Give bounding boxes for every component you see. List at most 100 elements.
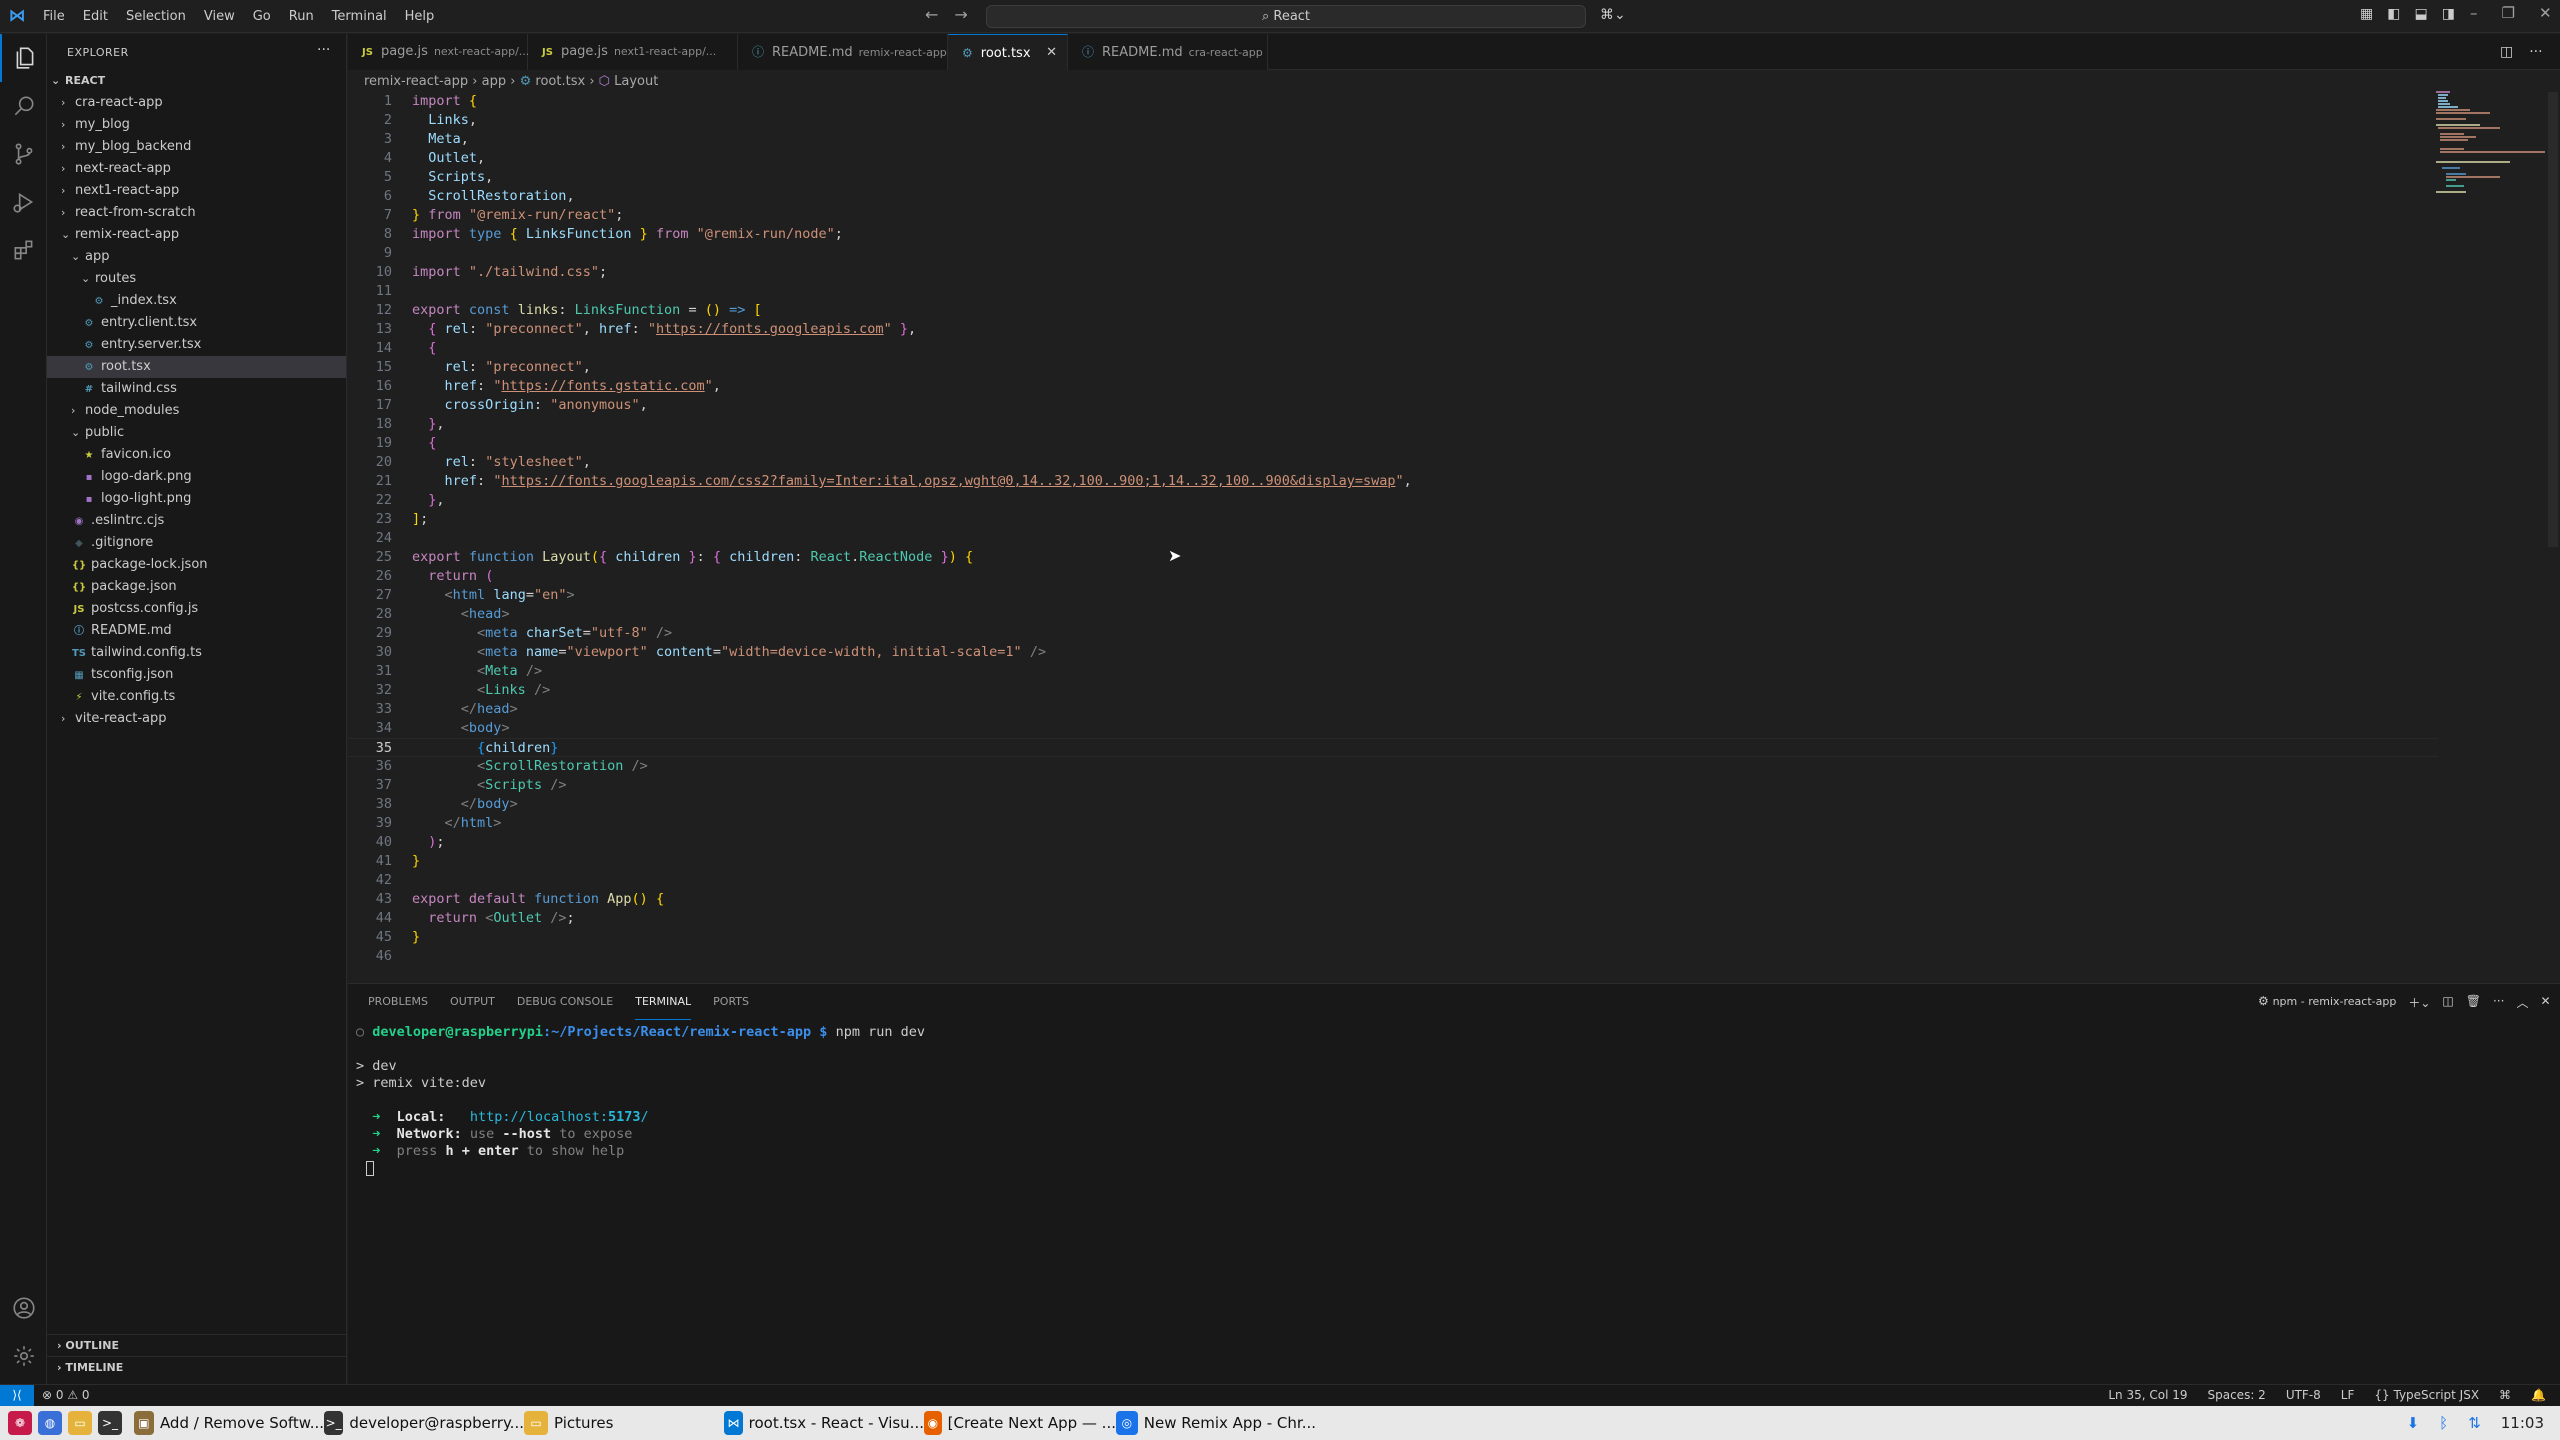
outline-section[interactable]: › OUTLINE [47, 1334, 346, 1356]
accounts-icon[interactable] [0, 1284, 47, 1332]
extensions-icon[interactable] [0, 226, 47, 274]
timeline-section[interactable]: › TIMELINE [47, 1356, 346, 1378]
taskbar-item-vscode[interactable]: ⋈ root.tsx - React - Visu... [724, 1406, 924, 1440]
tree-file[interactable]: ⚙ entry.client.tsx [47, 312, 346, 334]
tree-folder[interactable]: › my_blog [47, 114, 346, 136]
menu-item-go[interactable]: Go [244, 0, 280, 33]
restore-icon[interactable]: ❐ [2502, 4, 2515, 22]
menu-item-edit[interactable]: Edit [74, 0, 117, 33]
copilot-status-icon[interactable]: ⌘ [2499, 1385, 2511, 1406]
split-editor-icon[interactable]: ◫ [2500, 44, 2513, 60]
bluetooth-icon[interactable]: ᛒ [2439, 1414, 2448, 1432]
file-manager-icon[interactable]: ▭ [68, 1406, 98, 1440]
close-panel-icon[interactable]: ✕ [2540, 994, 2550, 1011]
network-icon[interactable]: ⇅ [2468, 1414, 2481, 1432]
more-actions-icon[interactable]: ··· [2529, 44, 2542, 60]
run-debug-icon[interactable] [0, 178, 47, 226]
explorer-icon[interactable] [0, 34, 47, 82]
local-url[interactable]: http://localhost:5173/ [470, 1109, 649, 1125]
tree-file[interactable]: ⚙ _index.tsx [47, 290, 346, 312]
editor-tab[interactable]: JS page.js next-react-app/... [348, 34, 529, 70]
breadcrumb-item[interactable]: root.tsx [535, 74, 585, 89]
tab-debug-console[interactable]: DEBUG CONSOLE [517, 984, 613, 1020]
tree-folder[interactable]: ⌄ public [47, 422, 346, 444]
taskbar-item-pictures[interactable]: ▭ Pictures [524, 1406, 724, 1440]
toggle-panel-icon[interactable]: ⬓ [2414, 6, 2427, 22]
taskbar-item-terminal[interactable]: >_ developer@raspberry... [324, 1406, 524, 1440]
editor-tab[interactable]: JS page.js next1-react-app/... [528, 34, 738, 70]
tree-file[interactable]: ⓘ README.md [47, 620, 346, 642]
tree-file[interactable]: # tailwind.css [47, 378, 346, 400]
more-actions-icon[interactable]: ··· [2493, 994, 2504, 1011]
end-of-line[interactable]: LF [2341, 1385, 2355, 1406]
tree-file[interactable]: TS tailwind.config.ts [47, 642, 346, 664]
tab-terminal[interactable]: TERMINAL [635, 984, 692, 1020]
tree-file[interactable]: ⚙ entry.server.tsx [47, 334, 346, 356]
menu-item-view[interactable]: View [195, 0, 244, 33]
maximize-panel-icon[interactable]: ︿ [2516, 994, 2528, 1011]
tree-folder[interactable]: ⌄ app [47, 246, 346, 268]
close-tab-icon[interactable]: ✕ [1046, 35, 1057, 71]
source-control-icon[interactable] [0, 130, 47, 178]
menu-item-terminal[interactable]: Terminal [323, 0, 396, 33]
search-icon[interactable] [0, 82, 47, 130]
terminal-instance[interactable]: ⚙ npm - remix-react-app [2258, 994, 2396, 1011]
more-actions-icon[interactable]: ··· [317, 42, 330, 58]
tree-folder[interactable]: › react-from-scratch [47, 202, 346, 224]
tree-folder[interactable]: › next-react-app [47, 158, 346, 180]
workspace-root[interactable]: ⌄ REACT [47, 70, 346, 92]
update-download-icon[interactable]: ⬇ [2407, 1414, 2420, 1432]
tree-file[interactable]: {} package.json [47, 576, 346, 598]
tab-problems[interactable]: PROBLEMS [368, 984, 428, 1020]
notifications-bell-icon[interactable]: 🔔 [2531, 1385, 2546, 1406]
menu-item-help[interactable]: Help [396, 0, 444, 33]
breadcrumb-item[interactable]: remix-react-app [364, 74, 468, 89]
split-terminal-icon[interactable]: ◫ [2442, 994, 2453, 1011]
menu-item-run[interactable]: Run [280, 0, 323, 33]
code-editor[interactable]: 1 import { 2 Links, 3 Meta, 4 Outlet, 5 S… [348, 92, 2438, 982]
remote-icon[interactable]: ⟩⟨ [0, 1385, 34, 1407]
cursor-position[interactable]: Ln 35, Col 19 [2108, 1385, 2187, 1406]
terminal-launcher-icon[interactable]: >_ [98, 1406, 128, 1440]
breadcrumb-item[interactable]: app [482, 74, 506, 89]
customize-layout-icon[interactable]: ▦ [2360, 6, 2373, 22]
copilot-icon[interactable]: ⌘⌄ [1600, 7, 1626, 23]
tree-file[interactable]: ▪ logo-light.png [47, 488, 346, 510]
new-terminal-icon[interactable]: ＋⌄ [2408, 994, 2430, 1011]
browser-launcher-icon[interactable]: ◍ [38, 1406, 68, 1440]
clock[interactable]: 11:03 [2501, 1414, 2544, 1432]
close-window-icon[interactable]: ✕ [2539, 4, 2552, 22]
tab-ports[interactable]: PORTS [713, 984, 749, 1020]
raspberry-menu-icon[interactable]: ❁ [8, 1406, 38, 1440]
trash-icon[interactable]: 🗑 [2466, 994, 2481, 1011]
taskbar-item-chromium[interactable]: ◎ New Remix App - Chr... [1116, 1406, 1316, 1440]
tree-file[interactable]: ★ favicon.ico [47, 444, 346, 466]
vertical-scrollbar[interactable] [2548, 92, 2558, 547]
tree-folder[interactable]: › cra-react-app [47, 92, 346, 114]
tab-output[interactable]: OUTPUT [450, 984, 495, 1020]
toggle-secondary-sidebar-icon[interactable]: ◨ [2442, 6, 2455, 22]
forward-arrow-icon[interactable]: → [954, 5, 967, 24]
tree-folder[interactable]: › vite-react-app [47, 708, 346, 730]
editor-tab[interactable]: ⚙ root.tsx ✕ [948, 34, 1068, 71]
tree-file[interactable]: {} package-lock.json [47, 554, 346, 576]
indentation[interactable]: Spaces: 2 [2208, 1385, 2266, 1406]
settings-gear-icon[interactable] [0, 1332, 47, 1380]
editor-tab[interactable]: ⓘ README.md cra-react-app [1068, 34, 1268, 70]
breadcrumb-item[interactable]: Layout [614, 74, 658, 89]
tree-file[interactable]: JS postcss.config.js [47, 598, 346, 620]
menu-item-file[interactable]: File [34, 0, 74, 33]
toggle-sidebar-icon[interactable]: ◧ [2387, 6, 2400, 22]
menu-item-selection[interactable]: Selection [117, 0, 195, 33]
tree-file[interactable]: ⚡ vite.config.ts [47, 686, 346, 708]
tree-file[interactable]: ◆ .gitignore [47, 532, 346, 554]
tree-file[interactable]: ⚙ root.tsx [47, 356, 346, 378]
editor-tab[interactable]: ⓘ README.md remix-react-app [738, 34, 948, 70]
taskbar-item-firefox[interactable]: ◉ [Create Next App — ... [924, 1406, 1116, 1440]
minimap[interactable] [2430, 88, 2550, 198]
taskbar-item-add-remove[interactable]: ▣ Add / Remove Softw... [134, 1406, 324, 1440]
tree-folder[interactable]: › node_modules [47, 400, 346, 422]
tree-file[interactable]: ▦ tsconfig.json [47, 664, 346, 686]
tree-file[interactable]: ◉ .eslintrc.cjs [47, 510, 346, 532]
tree-folder[interactable]: ⌄ routes [47, 268, 346, 290]
